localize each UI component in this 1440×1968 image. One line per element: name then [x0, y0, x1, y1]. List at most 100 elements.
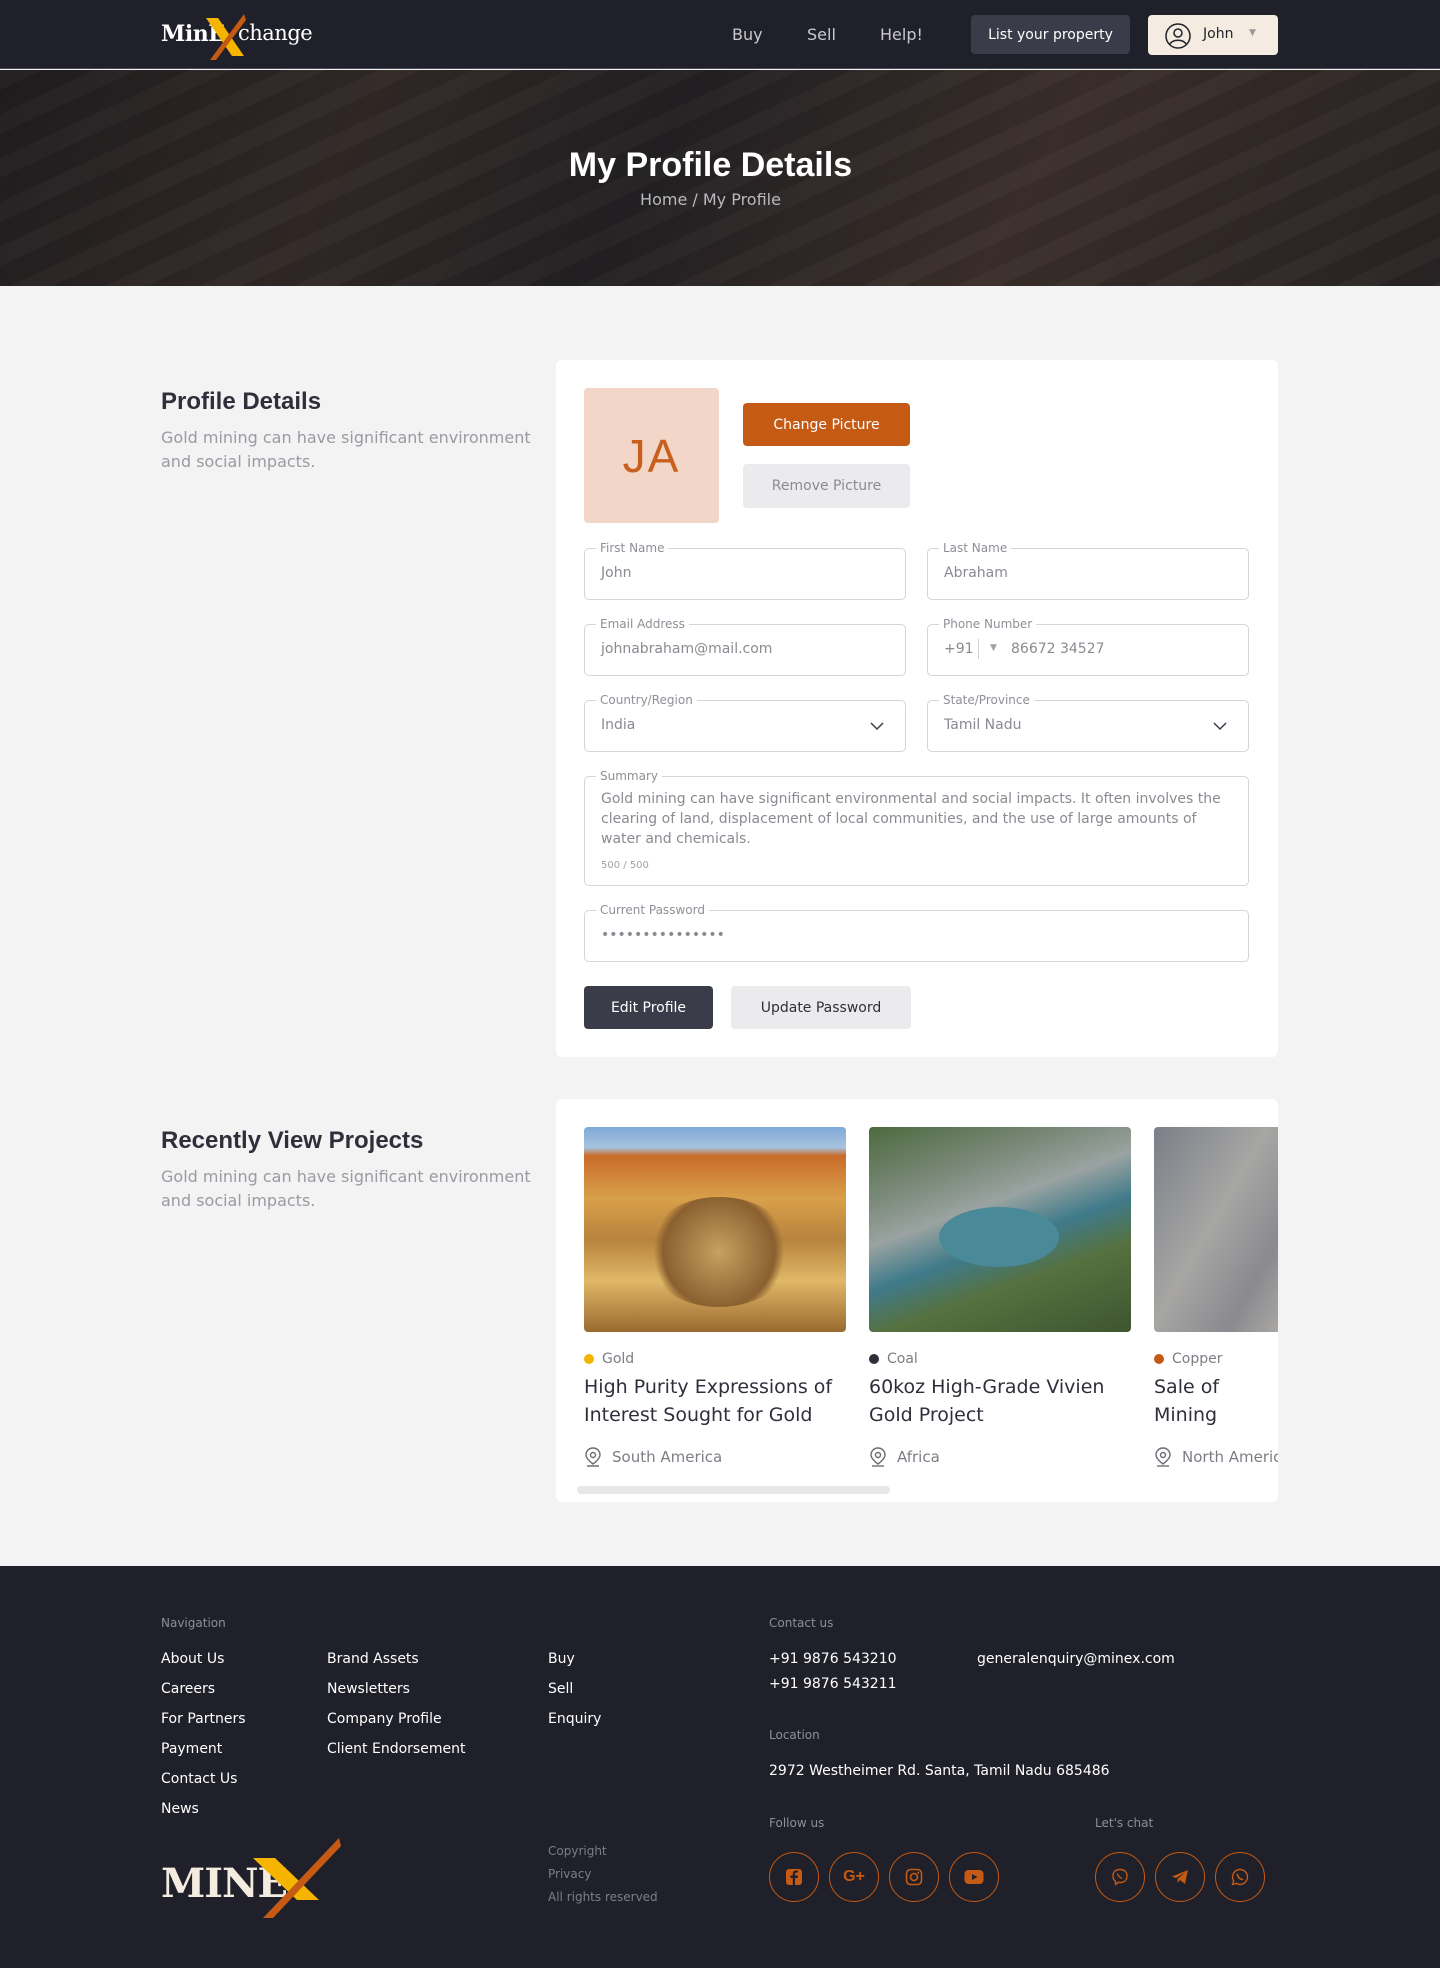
footer-link-brand-assets[interactable]: Brand Assets	[327, 1651, 419, 1667]
google-plus-icon[interactable]: G+	[829, 1852, 879, 1902]
footer-link-sell[interactable]: Sell	[548, 1681, 573, 1697]
footer-address: 2972 Westheimer Rd. Santa, Tamil Nadu 68…	[769, 1763, 1110, 1779]
footer-minex-logo[interactable]: MINE	[161, 1838, 341, 1928]
first-name-field[interactable]: First Name John	[584, 541, 906, 600]
first-name-value: John	[601, 565, 632, 581]
footer-link-newsletters[interactable]: Newsletters	[327, 1681, 410, 1697]
chevron-down-icon	[1213, 722, 1227, 731]
footer-link-about-us[interactable]: About Us	[161, 1651, 224, 1667]
country-select[interactable]: Country/Region India	[584, 693, 906, 752]
footer-link-enquiry[interactable]: Enquiry	[548, 1711, 601, 1727]
project-card[interactable]: Coal 60koz High-Grade Vivien Gold Projec…	[869, 1127, 1131, 1467]
breadcrumb[interactable]: Home / My Profile	[0, 190, 1421, 209]
recent-section-title: Recently View Projects	[161, 1127, 424, 1154]
horizontal-scrollbar[interactable]	[577, 1486, 890, 1494]
email-field[interactable]: Email Address johnabraham@mail.com	[584, 617, 906, 676]
footer: Navigation About Us Careers For Partners…	[0, 1566, 1440, 1968]
phone-field[interactable]: Phone Number +91 ▼ 86672 34527	[927, 617, 1249, 676]
project-image[interactable]	[584, 1127, 846, 1332]
project-category: Gold	[584, 1351, 634, 1367]
project-image[interactable]	[869, 1127, 1131, 1332]
footer-privacy[interactable]: Privacy	[548, 1867, 591, 1881]
state-value: Tamil Nadu	[944, 717, 1022, 733]
footer-link-for-partners[interactable]: For Partners	[161, 1711, 246, 1727]
project-title[interactable]: Sale of Mining Exploration Te	[1154, 1373, 1278, 1429]
phone-label: Phone Number	[939, 617, 1037, 631]
current-password-field[interactable]: Current Password •••••••••••••••	[584, 903, 1249, 962]
category-label: Gold	[602, 1351, 635, 1367]
phone-value: 86672 34527	[1011, 641, 1105, 657]
summary-label: Summary	[596, 769, 662, 783]
location-pin-icon	[870, 1447, 886, 1467]
user-avatar-icon	[1165, 23, 1191, 49]
project-category: Copper	[1154, 1351, 1222, 1367]
category-dot	[584, 1354, 594, 1364]
phone-divider	[978, 639, 979, 659]
footer-copyright[interactable]: Copyright	[548, 1844, 607, 1858]
instagram-icon[interactable]	[889, 1852, 939, 1902]
summary-value: Gold mining can have significant environ…	[601, 791, 1221, 847]
password-label: Current Password	[596, 903, 709, 917]
project-card[interactable]: Gold High Purity Expressions of Interest…	[584, 1127, 846, 1467]
last-name-value: Abraham	[944, 565, 1008, 581]
youtube-icon[interactable]	[949, 1852, 999, 1902]
project-location: Africa	[869, 1447, 940, 1467]
country-value: India	[601, 717, 636, 733]
footer-phone-2[interactable]: +91 9876 543211	[769, 1676, 897, 1692]
minexchange-logo[interactable]: MinE change	[161, 12, 313, 60]
list-property-button[interactable]: List your property	[971, 15, 1130, 54]
footer-link-contact-us[interactable]: Contact Us	[161, 1771, 237, 1787]
phone-country-code[interactable]: +91	[944, 641, 974, 657]
remove-picture-button[interactable]: Remove Picture	[743, 464, 910, 508]
footer-link-client-endorsement[interactable]: Client Endorsement	[327, 1741, 465, 1757]
footer-phone-1[interactable]: +91 9876 543210	[769, 1651, 897, 1667]
last-name-field[interactable]: Last Name Abraham	[927, 541, 1249, 600]
footer-email[interactable]: generalenquiry@minex.com	[977, 1651, 1175, 1667]
whatsapp-icon[interactable]	[1215, 1852, 1265, 1902]
summary-textarea[interactable]: Summary Gold mining can have significant…	[584, 769, 1249, 886]
country-label: Country/Region	[596, 693, 697, 707]
footer-link-payment[interactable]: Payment	[161, 1741, 222, 1757]
location-label: North America	[1182, 1448, 1278, 1466]
state-label: State/Province	[939, 693, 1034, 707]
footer-chat-label: Let's chat	[1095, 1816, 1154, 1830]
footer-contact-label: Contact us	[769, 1616, 834, 1630]
recent-section-subtitle: Gold mining can have significant environ…	[161, 1167, 531, 1210]
change-picture-button[interactable]: Change Picture	[743, 403, 910, 446]
category-dot	[869, 1354, 879, 1364]
viber-icon[interactable]	[1095, 1852, 1145, 1902]
category-label: Coal	[887, 1351, 918, 1367]
chevron-down-icon: ▼	[1249, 28, 1256, 38]
footer-link-buy[interactable]: Buy	[548, 1651, 575, 1667]
project-location: South America	[584, 1447, 722, 1467]
project-card[interactable]: Copper Sale of Mining Exploration Te Nor…	[1154, 1127, 1278, 1467]
recent-projects-card: Gold High Purity Expressions of Interest…	[556, 1099, 1278, 1502]
profile-section-title: Profile Details	[161, 388, 322, 415]
telegram-icon[interactable]	[1155, 1852, 1205, 1902]
facebook-icon[interactable]	[769, 1852, 819, 1902]
nav-sell[interactable]: Sell	[807, 25, 836, 44]
profile-section-subtitle: Gold mining can have significant environ…	[161, 428, 531, 471]
footer-link-company-profile[interactable]: Company Profile	[327, 1711, 442, 1727]
email-label: Email Address	[596, 617, 689, 631]
top-navbar: MinE change Buy Sell Help! List your pro…	[0, 0, 1440, 69]
state-select[interactable]: State/Province Tamil Nadu	[927, 693, 1249, 752]
category-dot	[1154, 1354, 1164, 1364]
footer-link-news[interactable]: News	[161, 1801, 199, 1817]
nav-buy[interactable]: Buy	[732, 25, 763, 44]
chevron-down-icon[interactable]: ▼	[990, 643, 997, 653]
footer-link-careers[interactable]: Careers	[161, 1681, 215, 1697]
location-pin-icon	[585, 1447, 601, 1467]
project-title[interactable]: High Purity Expressions of Interest Soug…	[584, 1373, 846, 1429]
page-title: My Profile Details	[568, 146, 853, 184]
user-menu-button[interactable]: John ▼	[1148, 15, 1278, 55]
project-image[interactable]	[1154, 1127, 1278, 1332]
password-value: •••••••••••••••	[601, 927, 725, 943]
logo-x-icon	[253, 1838, 341, 1918]
footer-location-label: Location	[769, 1728, 820, 1742]
update-password-button[interactable]: Update Password	[731, 986, 911, 1029]
project-title[interactable]: 60koz High-Grade Vivien Gold Project	[869, 1373, 1131, 1429]
nav-help[interactable]: Help!	[880, 25, 923, 44]
footer-navigation-label: Navigation	[161, 1616, 226, 1630]
edit-profile-button[interactable]: Edit Profile	[584, 986, 713, 1029]
